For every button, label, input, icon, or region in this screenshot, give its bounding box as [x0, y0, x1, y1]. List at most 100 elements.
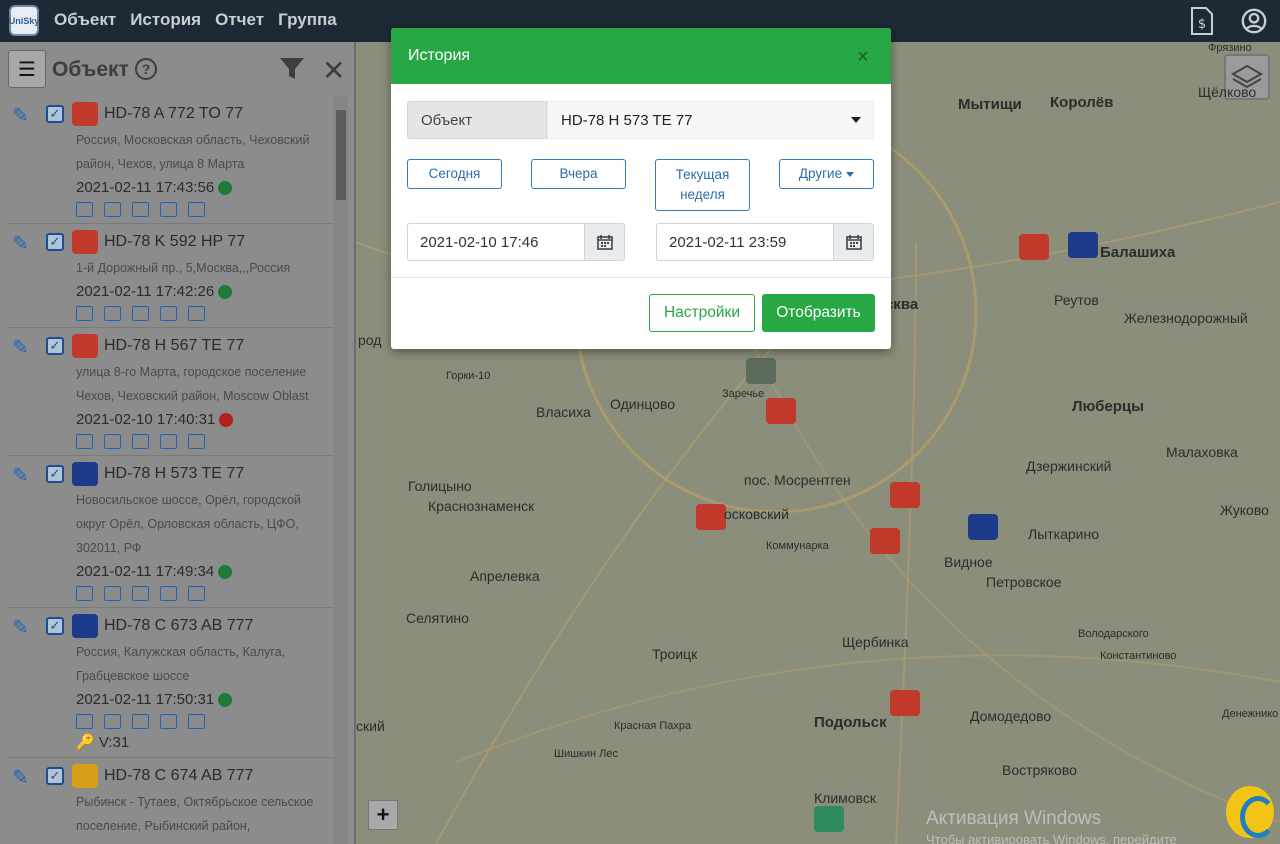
list-item[interactable]: ✎ ✓ HD-78 H 573 TE 77 Новосильское шоссе, О…	[8, 456, 348, 608]
clock-status-icon	[218, 181, 233, 195]
settings-button[interactable]: Настройки	[649, 294, 755, 332]
details-icon[interactable]	[188, 714, 205, 729]
vehicle-plate[interactable]: HD-78 C 673 AB 777	[104, 617, 253, 635]
calendar-icon[interactable]	[585, 223, 625, 261]
map-place-label: Балашиха	[1100, 244, 1176, 261]
vehicle-marker[interactable]	[968, 514, 998, 540]
app-logo[interactable]: UniSky	[9, 5, 39, 36]
vehicle-plate[interactable]: HD-78 K 592 HP 77	[104, 233, 245, 251]
date-to-input[interactable]: 2021-02-11 23:59	[656, 223, 834, 261]
map-icon[interactable]	[132, 306, 149, 321]
vehicle-marker[interactable]	[890, 690, 920, 716]
vehicle-plate[interactable]: HD-78 C 674 AB 777	[104, 767, 253, 785]
map-icon[interactable]	[132, 586, 149, 601]
map-place-label: Апрелевка	[470, 568, 540, 584]
report-icon[interactable]	[160, 434, 177, 449]
nav-report[interactable]: Отчет	[215, 10, 264, 30]
visibility-checkbox[interactable]: ✓	[46, 465, 64, 483]
visibility-checkbox[interactable]: ✓	[46, 767, 64, 785]
history-icon[interactable]	[104, 714, 121, 729]
nav-history[interactable]: История	[130, 10, 201, 30]
vehicle-marker[interactable]	[890, 482, 920, 508]
info-icon[interactable]	[76, 306, 93, 321]
calendar-icon[interactable]	[834, 223, 874, 261]
list-item[interactable]: ✎ ✓ HD-78 H 567 TE 77 улица 8-го Марта, гор…	[8, 328, 348, 456]
info-icon[interactable]	[76, 714, 93, 729]
report-icon[interactable]	[160, 306, 177, 321]
vehicle-plate[interactable]: HD-78 H 567 TE 77	[104, 337, 244, 355]
visibility-checkbox[interactable]: ✓	[46, 233, 64, 251]
object-select[interactable]: HD-78 H 573 TE 77	[547, 101, 874, 139]
visibility-checkbox[interactable]: ✓	[46, 617, 64, 635]
nav-object[interactable]: Объект	[54, 10, 116, 30]
sidebar-scrollbar[interactable]	[334, 96, 348, 844]
help-icon[interactable]: ?	[135, 58, 157, 80]
corner-app-logo[interactable]	[1226, 786, 1276, 838]
date-to-field[interactable]: 2021-02-11 23:59	[656, 223, 874, 261]
vehicle-marker[interactable]	[1068, 232, 1098, 258]
menu-toggle-button[interactable]: ☰	[8, 50, 46, 88]
last-update-time: 2021-02-11 17:49:34	[76, 563, 215, 580]
scrollbar-thumb[interactable]	[336, 110, 346, 200]
vehicle-marker[interactable]	[814, 806, 844, 832]
item-actions	[76, 434, 348, 449]
map-icon[interactable]	[132, 434, 149, 449]
vehicle-marker[interactable]	[746, 358, 776, 384]
vehicle-marker[interactable]	[1019, 234, 1049, 260]
edit-icon[interactable]: ✎	[12, 335, 38, 359]
map-icon[interactable]	[132, 714, 149, 729]
modal-close-icon[interactable]: ×	[857, 46, 869, 69]
details-icon[interactable]	[188, 434, 205, 449]
vehicle-marker[interactable]	[870, 528, 900, 554]
details-icon[interactable]	[188, 586, 205, 601]
map-place-label: Климовск	[814, 790, 876, 806]
visibility-checkbox[interactable]: ✓	[46, 337, 64, 355]
history-icon[interactable]	[104, 434, 121, 449]
truck-icon	[72, 614, 98, 638]
edit-icon[interactable]: ✎	[12, 103, 38, 127]
last-update-time: 2021-02-11 17:43:56	[76, 179, 215, 196]
edit-icon[interactable]: ✎	[12, 231, 38, 255]
history-icon[interactable]	[104, 306, 121, 321]
vehicle-plate[interactable]: HD-78 A 772 TO 77	[104, 105, 243, 123]
show-button[interactable]: Отобразить	[762, 294, 875, 332]
vehicle-marker[interactable]	[696, 504, 726, 530]
info-icon[interactable]	[76, 202, 93, 217]
today-button[interactable]: Сегодня	[407, 159, 502, 189]
vehicle-marker[interactable]	[766, 398, 796, 424]
user-account-icon[interactable]	[1240, 6, 1268, 36]
report-icon[interactable]	[160, 202, 177, 217]
vehicle-address: Россия, Калужская область, Калуга, Грабц…	[76, 645, 286, 683]
billing-icon[interactable]: $	[1188, 6, 1216, 36]
details-icon[interactable]	[188, 306, 205, 321]
truck-icon	[72, 462, 98, 486]
others-dropdown-button[interactable]: Другие	[779, 159, 874, 189]
vehicle-plate[interactable]: HD-78 H 573 TE 77	[104, 465, 244, 483]
visibility-checkbox[interactable]: ✓	[46, 105, 64, 123]
object-sidebar: ☰ Объект ? ✕ ✎ ✓ HD-78 A 772 TO 77 Россия, …	[0, 42, 356, 844]
report-icon[interactable]	[160, 714, 177, 729]
report-icon[interactable]	[160, 586, 177, 601]
sidebar-close-icon[interactable]: ✕	[322, 54, 345, 87]
list-item[interactable]: ✎ ✓ HD-78 C 674 AB 777 Рыбинск - Тутаев, Ок…	[8, 758, 348, 844]
info-icon[interactable]	[76, 586, 93, 601]
current-week-button[interactable]: Текущая неделя	[655, 159, 750, 211]
history-icon[interactable]	[104, 586, 121, 601]
edit-icon[interactable]: ✎	[12, 615, 38, 639]
history-icon[interactable]	[104, 202, 121, 217]
list-item[interactable]: ✎ ✓ HD-78 A 772 TO 77 Россия, Московская об…	[8, 96, 348, 224]
zoom-in-button[interactable]: +	[368, 800, 398, 830]
details-icon[interactable]	[188, 202, 205, 217]
map-icon[interactable]	[132, 202, 149, 217]
calendar-glyph	[596, 235, 613, 250]
nav-group[interactable]: Группа	[278, 10, 337, 30]
yesterday-button[interactable]: Вчера	[531, 159, 626, 189]
info-icon[interactable]	[76, 434, 93, 449]
list-item[interactable]: ✎ ✓ HD-78 K 592 HP 77 1-й Дорожный пр., 5,М…	[8, 224, 348, 328]
date-from-input[interactable]: 2021-02-10 17:46	[407, 223, 585, 261]
edit-icon[interactable]: ✎	[12, 463, 38, 487]
date-from-field[interactable]: 2021-02-10 17:46	[407, 223, 625, 261]
list-item[interactable]: ✎ ✓ HD-78 C 673 AB 777 Россия, Калужская об…	[8, 608, 348, 758]
edit-icon[interactable]: ✎	[12, 765, 38, 789]
filter-icon[interactable]	[279, 56, 305, 82]
